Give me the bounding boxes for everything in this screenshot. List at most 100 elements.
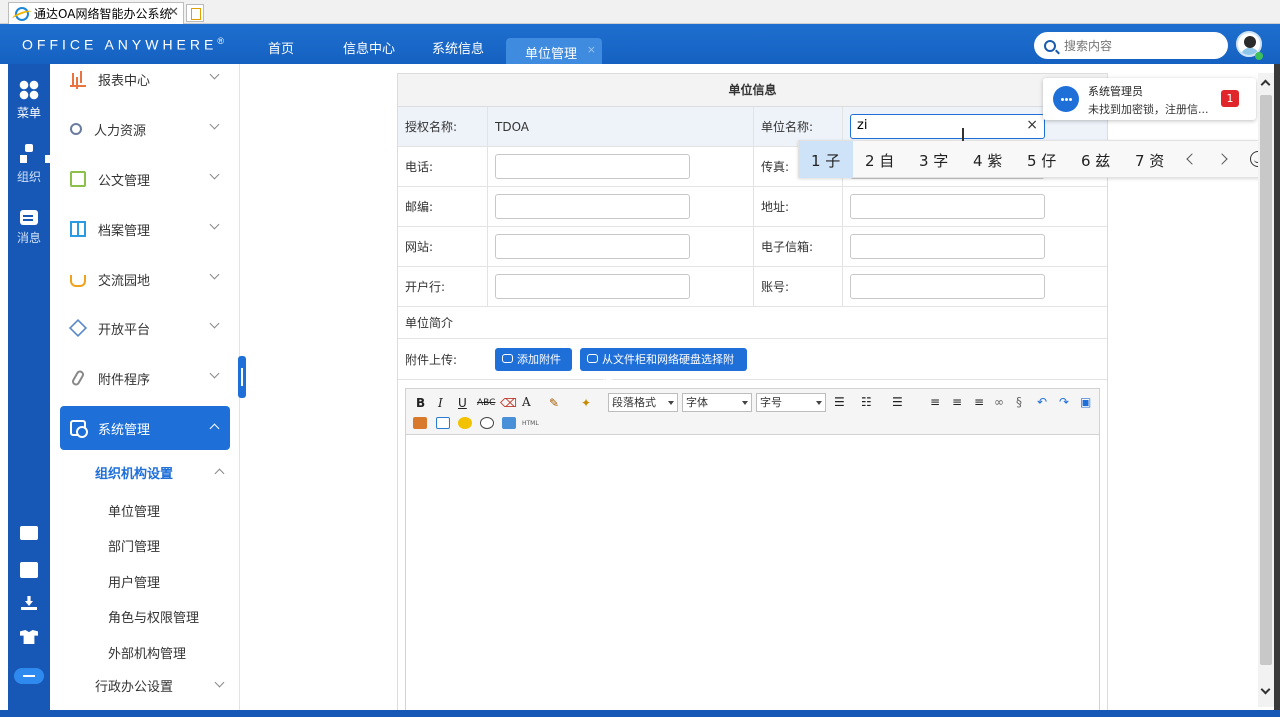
ime-candidate[interactable]: 1 子 (811, 150, 840, 171)
redo-icon[interactable]: ↷ (1059, 395, 1069, 409)
scroll-up-icon[interactable] (1260, 79, 1271, 90)
bank-field[interactable] (495, 274, 690, 299)
nav-info-center[interactable]: 信息中心 (343, 38, 395, 57)
add-attachment-label: 添加附件 (517, 353, 561, 366)
clear-icon[interactable]: × (1026, 117, 1038, 133)
ime-candidate[interactable]: 7 资 (1135, 150, 1164, 171)
pick-from-cabinet-button[interactable]: 从文件柜和网络硬盘选择附件 (580, 348, 747, 389)
align-right-icon[interactable]: ≡ (974, 395, 984, 409)
browser-tab[interactable]: 通达OA网络智能办公系统 ✕ (8, 2, 184, 24)
search-input[interactable] (1064, 38, 1214, 53)
underline-button[interactable]: U (458, 396, 467, 410)
form-row-bank: 开户行: 账号: (398, 267, 1107, 307)
ime-candidate[interactable]: 6 兹 (1081, 150, 1110, 171)
rich-text-editor[interactable]: B I U ABC ⌫ A ✎ ✦ 段落格式 字体 字号 ☰ ☷ ☰ ≡ ≡ ≡… (405, 388, 1100, 717)
sidebar-item-archives[interactable]: 档案管理 (60, 207, 230, 251)
sidebar-item-community[interactable]: 交流园地 (60, 257, 230, 301)
sidebar-subitem-role[interactable]: 角色与权限管理 (108, 607, 199, 626)
ime-candidate[interactable]: 3 字 (919, 150, 948, 171)
new-tab-button[interactable] (186, 4, 204, 22)
chevron-right-icon[interactable] (1216, 153, 1228, 165)
sidebar-item-attachments[interactable]: 附件程序 (60, 356, 230, 400)
unit-name-field[interactable]: zi × (850, 114, 1045, 139)
paragraph-select[interactable]: 段落格式 (608, 393, 678, 412)
sidebar-subitem-user[interactable]: 用户管理 (108, 572, 160, 591)
address-label: 地址: (754, 187, 843, 227)
archive-icon (70, 221, 86, 237)
image-icon[interactable] (413, 417, 427, 429)
notification-popup[interactable]: 系统管理员 未找到加密锁，注册信... 1 (1043, 78, 1256, 120)
ime-candidate[interactable]: 5 仔 (1027, 150, 1056, 171)
search-box[interactable] (1034, 32, 1228, 59)
sidebar-item-reports[interactable]: 报表中心 (60, 57, 230, 101)
sidebar-group-org[interactable]: 组织机构设置 (95, 463, 173, 482)
unordered-list-icon[interactable]: ☰ (892, 395, 903, 409)
link-icon[interactable]: ∞ (994, 395, 1004, 409)
vertical-scrollbar[interactable] (1258, 73, 1274, 707)
sidebar-subitem-unit[interactable]: 单位管理 (108, 501, 160, 520)
rail-msg-label: 消息 (16, 231, 41, 245)
format-painter-icon[interactable]: ✦ (581, 396, 591, 410)
undo-icon[interactable]: ↶ (1037, 395, 1047, 409)
sidebar-subitem-external[interactable]: 外部机构管理 (108, 643, 186, 662)
ordered-list-icon[interactable]: ☷ (861, 395, 872, 409)
sidebar-subitem-dept[interactable]: 部门管理 (108, 536, 160, 555)
zip-field[interactable] (495, 194, 690, 219)
align-left-icon[interactable]: ≡ (930, 395, 940, 409)
document-icon[interactable] (20, 562, 38, 578)
logo-mark: ® (217, 36, 224, 46)
sidebar-item-system[interactable]: 系统管理 (60, 406, 230, 450)
highlight-icon[interactable]: ✎ (549, 396, 559, 410)
table-icon[interactable] (436, 417, 450, 429)
line-height-icon[interactable]: ☰ (834, 395, 845, 409)
people-icon (70, 123, 82, 135)
account-field[interactable] (850, 274, 1045, 299)
bold-button[interactable]: B (416, 396, 425, 410)
eraser-icon[interactable]: ⌫ (500, 396, 517, 410)
font-color-button[interactable]: A (522, 395, 531, 409)
add-attachment-button[interactable]: 添加附件 (495, 348, 572, 371)
font-size-select[interactable]: 字号 (756, 393, 826, 412)
sidebar-item-open-platform[interactable]: 开放平台 (60, 306, 230, 350)
close-icon[interactable]: ✕ (168, 5, 179, 20)
ime-candidate[interactable]: 4 紫 (973, 150, 1002, 171)
scroll-down-icon[interactable] (1260, 684, 1271, 695)
emoji-icon[interactable] (458, 417, 472, 429)
more-icon[interactable] (14, 668, 44, 684)
email-field[interactable] (850, 234, 1045, 259)
ime-candidate[interactable]: 2 自 (865, 150, 894, 171)
website-field[interactable] (495, 234, 690, 259)
phone-field[interactable] (495, 154, 690, 179)
font-select[interactable]: 字体 (682, 393, 752, 412)
tab-close-icon[interactable]: × (587, 43, 596, 56)
address-field[interactable] (850, 194, 1045, 219)
shirt-icon[interactable] (20, 630, 38, 644)
scrollbar-thumb[interactable] (1260, 95, 1272, 665)
bottom-bar (0, 710, 1280, 717)
tab-unit-management[interactable]: 单位管理 × (506, 38, 602, 64)
template-icon[interactable] (502, 417, 516, 429)
nav-home[interactable]: 首页 (268, 38, 294, 57)
rail-org[interactable]: 组织 (8, 144, 52, 185)
chevron-down-icon (209, 318, 220, 329)
fullscreen-icon[interactable]: ▣ (1080, 395, 1091, 409)
rail-menu[interactable]: 菜单 (8, 80, 50, 121)
align-center-icon[interactable]: ≡ (952, 395, 962, 409)
unlink-icon[interactable]: § (1016, 395, 1022, 409)
sidebar-item-hr[interactable]: 人力资源 (60, 107, 230, 151)
sidebar-group-admin[interactable]: 行政办公设置 (95, 676, 173, 695)
monitor-icon[interactable] (20, 526, 38, 540)
strikethrough-button[interactable]: ABC (477, 398, 495, 408)
download-icon[interactable] (20, 596, 38, 610)
sidebar-item-label: 报表中心 (98, 73, 151, 89)
sidebar-item-documents[interactable]: 公文管理 (60, 157, 230, 201)
search-replace-icon[interactable] (480, 417, 494, 429)
nav-system-info[interactable]: 系统信息 (432, 38, 484, 57)
ime-candidate-bar: 1 子 2 自 3 字 4 紫 5 仔 6 兹 7 资 (798, 140, 1280, 178)
rail-messages[interactable]: 消息 (8, 210, 50, 246)
chevron-left-icon[interactable] (1186, 153, 1198, 165)
italic-button[interactable]: I (438, 396, 443, 410)
website-label: 网站: (398, 227, 488, 267)
html-source-button[interactable]: HTML (522, 420, 539, 427)
sidebar-collapse-handle[interactable] (238, 356, 246, 398)
